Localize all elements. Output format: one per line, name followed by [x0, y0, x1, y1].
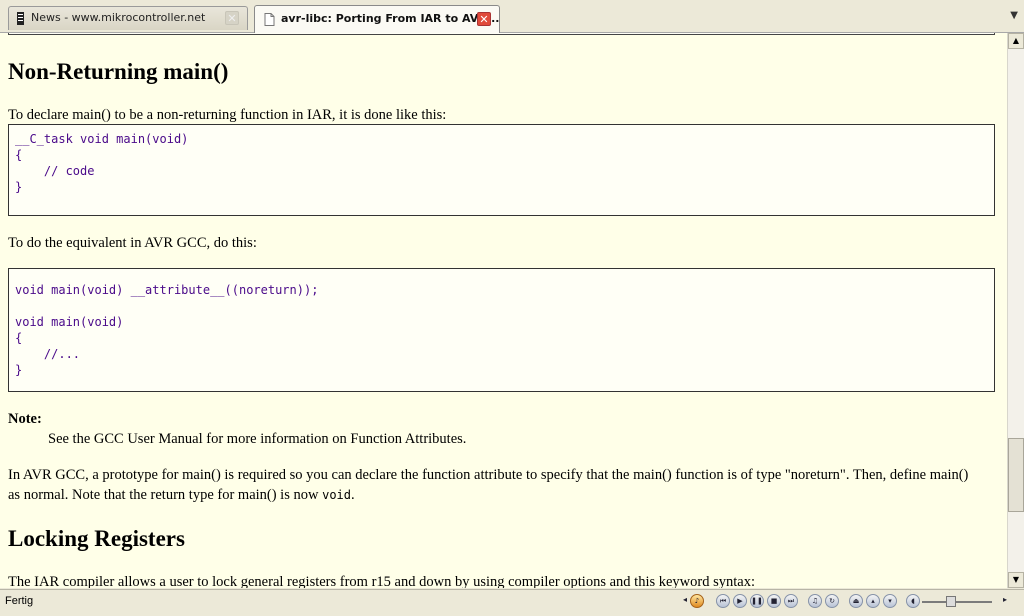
tab-news[interactable]: News - www.mikrocontroller.net ✕	[8, 6, 248, 30]
scroll-down-icon[interactable]: ▼	[1008, 572, 1024, 588]
code-line: }	[15, 180, 23, 194]
toolbar-right-arrow-icon[interactable]: ▸	[998, 594, 1012, 608]
code-block-partial	[8, 33, 995, 35]
paragraph: To do the equivalent in AVR GCC, do this…	[8, 235, 257, 251]
paragraph: In AVR GCC, a prototype for main() is re…	[8, 465, 998, 485]
code-line: }	[15, 363, 23, 377]
paragraph-line: as normal. Note that the return type for…	[8, 487, 319, 503]
previous-icon[interactable]: ⏮	[716, 594, 730, 608]
code-line: {	[15, 148, 23, 162]
scrollbar-thumb[interactable]	[1008, 438, 1024, 512]
tab-label: avr-libc: Porting From IAR to AVR...	[281, 12, 500, 25]
stop-icon[interactable]: ■	[767, 594, 781, 608]
code-line: //...	[15, 347, 81, 361]
inline-code: void	[322, 488, 351, 502]
note-text: See the GCC User Manual for more informa…	[48, 431, 467, 447]
pause-icon[interactable]: ❚❚	[750, 594, 764, 608]
next-icon[interactable]: ⏭	[784, 594, 798, 608]
scroll-up-icon[interactable]: ▲	[1008, 33, 1024, 49]
punctuation: .	[351, 487, 355, 503]
vertical-scrollbar[interactable]: ▲ ▼	[1007, 33, 1024, 588]
volume-icon[interactable]: ◖	[906, 594, 920, 608]
status-bar: Fertig ◂ ♪ ⏮ ▶ ❚❚ ■ ⏭ ♫ ↻ ⏏ ▴ ▾ ◖ ▸	[0, 589, 1024, 616]
code-block: __C_task void main(void) { // code }	[8, 124, 995, 216]
paragraph-line: In AVR GCC, a prototype for main() is re…	[8, 467, 969, 483]
paragraph: as normal. Note that the return type for…	[8, 485, 355, 505]
page-content: Non-Returning main() To declare main() t…	[0, 33, 1007, 588]
close-tab-icon[interactable]: ✕	[477, 12, 491, 26]
repeat-icon[interactable]: ↻	[825, 594, 839, 608]
status-text: Fertig	[5, 595, 34, 607]
tab-label: News - www.mikrocontroller.net	[31, 11, 206, 24]
volume-slider-knob[interactable]	[946, 596, 956, 607]
section-heading: Non-Returning main()	[8, 59, 229, 84]
code-line: __C_task void main(void)	[15, 132, 189, 146]
page-favicon-icon	[17, 12, 24, 25]
code-line: void main(void) __attribute__((noreturn)…	[15, 283, 319, 297]
tab-avr-libc[interactable]: avr-libc: Porting From IAR to AVR... ✕	[254, 5, 500, 33]
code-line: void main(void)	[15, 315, 124, 329]
section-heading: Locking Registers	[8, 526, 185, 551]
tab-bar: News - www.mikrocontroller.net ✕ avr-lib…	[0, 0, 1024, 33]
note-label: Note:	[8, 411, 42, 427]
close-tab-icon[interactable]: ✕	[225, 11, 239, 25]
up-icon[interactable]: ▴	[866, 594, 880, 608]
code-line: {	[15, 331, 23, 345]
paragraph: The IAR compiler allows a user to lock g…	[8, 574, 755, 588]
code-block: void main(void) __attribute__((noreturn)…	[8, 268, 995, 392]
play-icon[interactable]: ▶	[733, 594, 747, 608]
eject-icon[interactable]: ⏏	[849, 594, 863, 608]
paragraph: To declare main() to be a non-returning …	[8, 107, 447, 123]
media-logo-icon[interactable]: ♪	[690, 594, 704, 608]
music-note-icon[interactable]: ♫	[808, 594, 822, 608]
code-line: // code	[15, 164, 95, 178]
volume-slider-track[interactable]	[922, 601, 992, 603]
down-icon[interactable]: ▾	[883, 594, 897, 608]
document-icon	[264, 13, 275, 26]
tab-list-dropdown-icon[interactable]: ▼	[1010, 10, 1018, 21]
